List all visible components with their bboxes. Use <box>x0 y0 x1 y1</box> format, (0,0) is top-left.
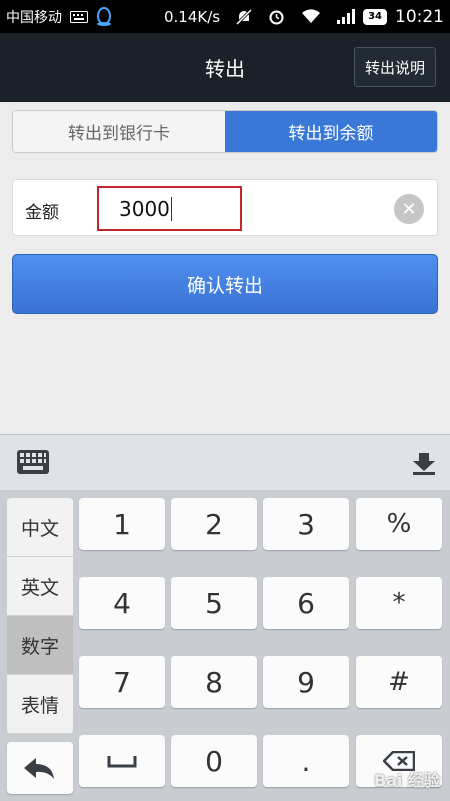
transfer-target-tabs: 转出到银行卡 转出到余额 <box>12 110 438 153</box>
battery-level: 34 <box>363 8 387 25</box>
key-0[interactable]: 0 <box>171 735 257 787</box>
key-8[interactable]: 8 <box>171 656 257 708</box>
keyboard-status-icon <box>70 10 88 23</box>
key-4[interactable]: 4 <box>79 577 165 629</box>
mute-bell-icon <box>236 8 253 25</box>
key-hash[interactable]: # <box>356 656 442 708</box>
amount-input[interactable]: 3000 <box>97 186 242 231</box>
back-arrow-icon[interactable] <box>7 742 73 794</box>
amount-label: 金额 <box>25 203 59 223</box>
numeric-keyboard: 中文 英文 数字 表情 1 2 3 % 4 5 6 * 7 8 9 # 0 . … <box>0 490 450 801</box>
key-percent[interactable]: % <box>356 498 442 550</box>
signal-icon <box>337 9 356 24</box>
status-bar: 中国移动 0.14K/s 34 10:21 <box>0 0 450 33</box>
key-1[interactable]: 1 <box>79 498 165 550</box>
tab-balance[interactable]: 转出到余额 <box>225 111 437 152</box>
title-bar: 转出 转出说明 <box>0 33 450 102</box>
network-speed: 0.14K/s <box>163 7 221 26</box>
text-caret <box>170 196 172 221</box>
alarm-clock-icon <box>268 8 285 25</box>
key-7[interactable]: 7 <box>79 656 165 708</box>
amount-value: 3000 <box>119 196 170 221</box>
qq-penguin-icon <box>96 6 112 27</box>
wifi-icon <box>301 9 321 24</box>
tab-bank-card[interactable]: 转出到银行卡 <box>13 111 225 152</box>
clock-time: 10:21 <box>395 6 444 27</box>
key-2[interactable]: 2 <box>171 498 257 550</box>
transfer-help-button[interactable]: 转出说明 <box>353 47 436 87</box>
input-mode-panel: 中文 英文 数字 表情 <box>7 498 73 734</box>
key-9[interactable]: 9 <box>263 656 349 708</box>
mode-chinese[interactable]: 中文 <box>7 498 73 557</box>
key-5[interactable]: 5 <box>171 577 257 629</box>
clear-icon[interactable]: ✕ <box>394 194 424 224</box>
keyboard-icon[interactable] <box>16 449 50 479</box>
key-asterisk[interactable]: * <box>356 577 442 629</box>
mode-emoji[interactable]: 表情 <box>7 675 73 734</box>
key-6[interactable]: 6 <box>263 577 349 629</box>
confirm-transfer-button[interactable]: 确认转出 <box>12 254 438 314</box>
carrier-name: 中国移动 <box>6 9 62 26</box>
space-key[interactable] <box>79 735 165 787</box>
key-dot[interactable]: . <box>263 735 349 787</box>
amount-row: 金额 3000 ✕ <box>12 179 438 236</box>
watermark: Bai 经验 <box>373 771 440 790</box>
page-title: 转出 <box>205 57 245 81</box>
keyboard-toolbar <box>0 434 450 490</box>
mode-number[interactable]: 数字 <box>7 616 73 675</box>
key-3[interactable]: 3 <box>263 498 349 550</box>
hide-keyboard-icon[interactable] <box>412 451 436 479</box>
mode-english[interactable]: 英文 <box>7 557 73 616</box>
